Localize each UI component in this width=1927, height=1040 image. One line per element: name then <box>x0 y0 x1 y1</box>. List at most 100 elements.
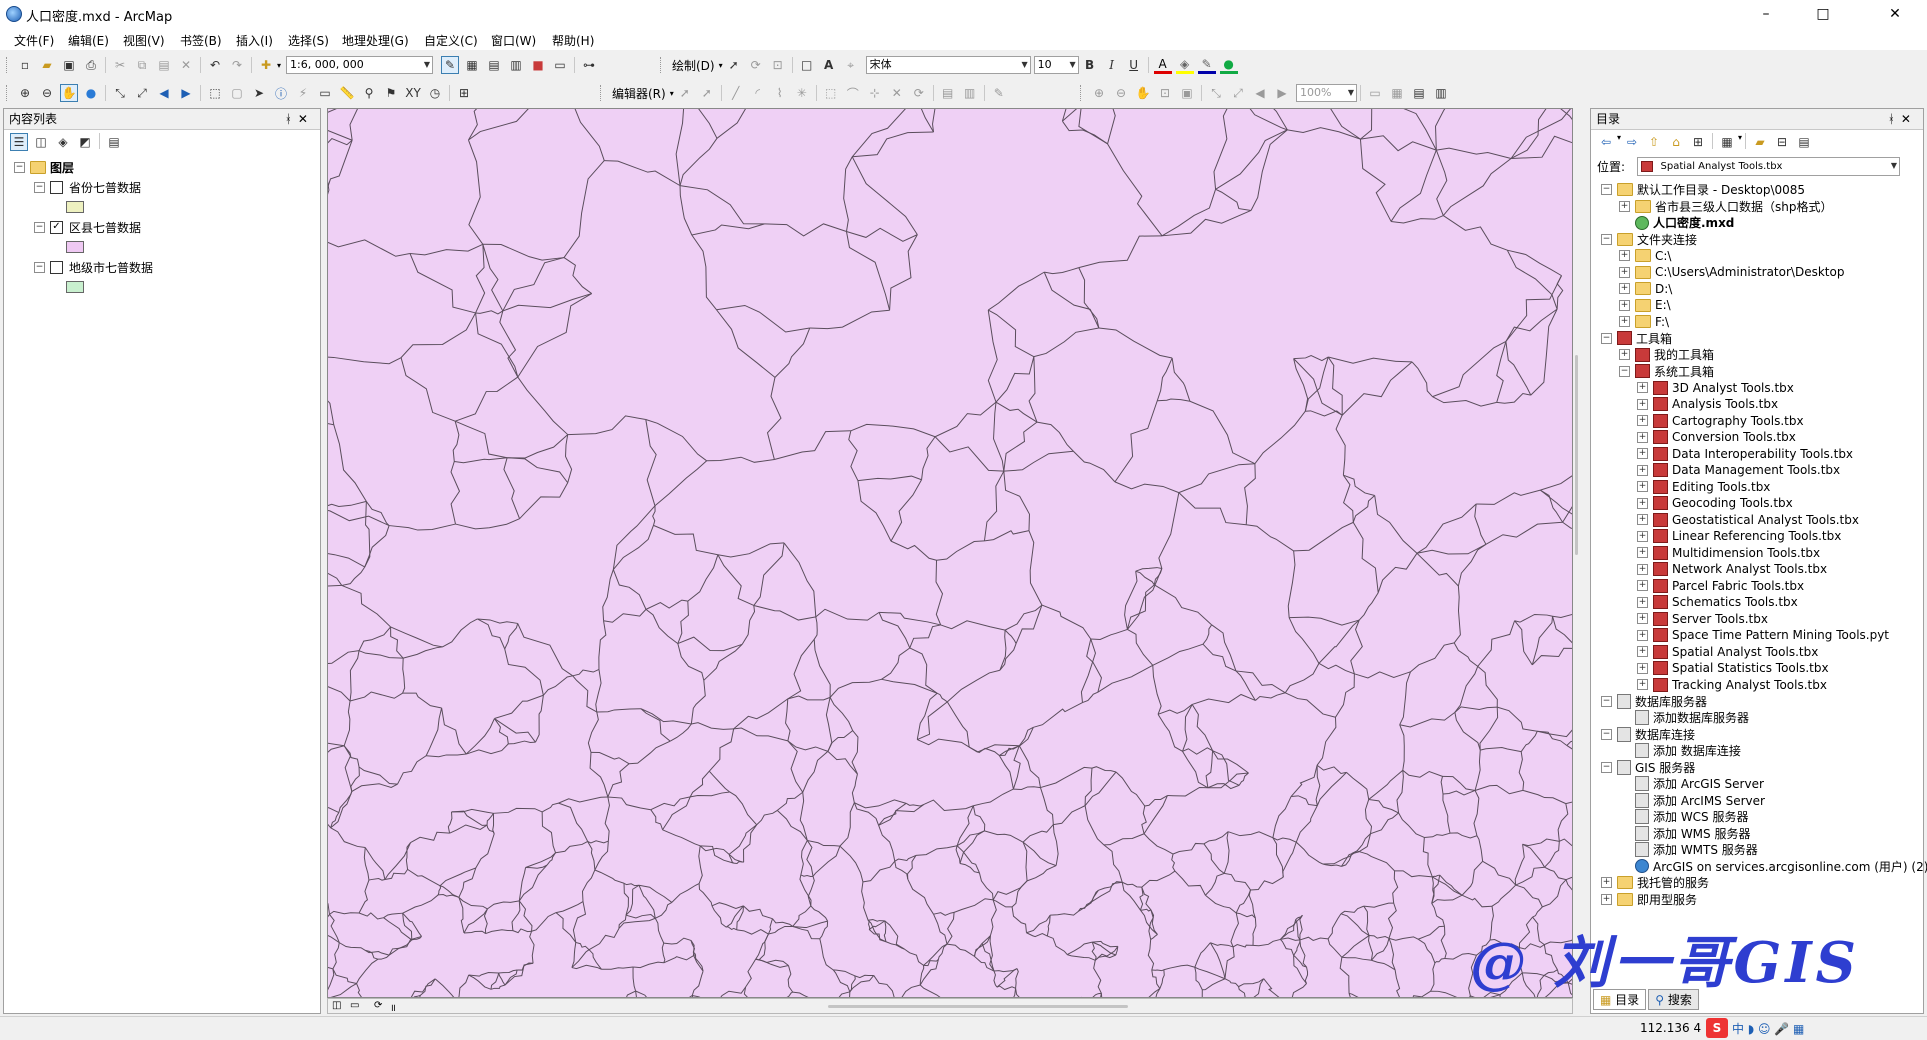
layer-symbol-swatch[interactable] <box>66 240 84 253</box>
expand-icon[interactable]: + <box>1619 266 1630 278</box>
expand-icon[interactable]: + <box>1637 563 1648 575</box>
collapse-icon[interactable]: − <box>1601 233 1612 245</box>
add-data-dropdown-icon[interactable]: ▾ <box>277 61 281 70</box>
cut-polygons-icon[interactable]: ⊹ <box>866 84 884 102</box>
new-document-icon[interactable]: ▫ <box>16 56 34 74</box>
expand-icon[interactable]: + <box>1637 580 1648 591</box>
data-driven-pages-icon[interactable]: ▥ <box>1432 84 1450 102</box>
model-builder-icon[interactable]: ⊶ <box>580 56 598 74</box>
split-icon[interactable]: ✕ <box>888 84 906 102</box>
cut-icon[interactable]: ✂ <box>111 56 129 74</box>
maximize-button[interactable]: □ <box>1800 0 1846 28</box>
layer-visibility-checkbox[interactable] <box>50 181 63 194</box>
catalog-item[interactable]: 添加数据库服务器 <box>1619 709 1749 726</box>
fixed-zoom-out-icon[interactable]: ⤢ <box>133 84 151 102</box>
catalog-window-icon[interactable]: ▤ <box>485 56 503 74</box>
expand-icon[interactable]: + <box>1637 662 1648 674</box>
copy-icon[interactable]: ⧉ <box>133 56 151 74</box>
catalog-item[interactable]: 添加 WMTS 服务器 <box>1619 841 1758 858</box>
list-by-selection-icon[interactable]: ◩ <box>76 133 94 151</box>
list-by-source-icon[interactable]: ◫ <box>32 133 50 151</box>
editor-menu[interactable]: 编辑器(R) <box>612 85 666 102</box>
draw-menu[interactable]: 绘制(D) <box>672 57 715 74</box>
select-elements-arrow-icon[interactable]: ➤ <box>250 84 268 102</box>
font-size-combo[interactable]: 10 ▼ <box>1033 56 1079 74</box>
layout-fixed-zoom-in-icon[interactable]: ⤡ <box>1207 84 1225 102</box>
add-data-icon[interactable]: ✚ <box>257 56 275 74</box>
python-window-icon[interactable]: ▭ <box>551 56 569 74</box>
catalog-item[interactable]: + 我托管的服务 <box>1601 874 1709 891</box>
catalog-item[interactable]: + Conversion Tools.tbx <box>1637 429 1796 446</box>
bold-button[interactable]: B <box>1081 56 1099 74</box>
layout-zoom-out-icon[interactable]: ⊖ <box>1112 84 1130 102</box>
back-arrow-icon[interactable]: ◀ <box>155 84 173 102</box>
pause-drawing-icon[interactable]: ॥ <box>390 1000 396 1014</box>
end-point-arc-icon[interactable]: ◜ <box>749 84 767 102</box>
layer-symbol-row[interactable] <box>66 278 84 295</box>
expand-icon[interactable]: + <box>1637 497 1648 509</box>
expand-icon[interactable]: + <box>1637 613 1648 624</box>
pin-close-icons[interactable]: ᚼ✕ <box>285 109 314 129</box>
redo-icon[interactable]: ↷ <box>228 56 246 74</box>
expand-icon[interactable]: + <box>1637 514 1648 525</box>
catalog-item[interactable]: + Data Management Tools.tbx <box>1637 462 1840 479</box>
rotate-icon[interactable]: ⟳ <box>747 56 765 74</box>
sketch-properties-icon[interactable]: ▥ <box>961 84 979 102</box>
pan-hand-icon[interactable]: ✋ <box>60 84 78 102</box>
menu-bookmarks[interactable]: 书签(B) <box>180 32 222 49</box>
collapse-icon[interactable]: − <box>34 182 45 193</box>
collapse-icon[interactable]: − <box>1601 695 1612 707</box>
zoom-in-icon[interactable]: ⊕ <box>16 84 34 102</box>
expand-icon[interactable]: + <box>1637 629 1648 641</box>
menu-insert[interactable]: 插入(I) <box>236 32 273 49</box>
font-color-icon[interactable]: A <box>1153 56 1172 74</box>
layout-back-icon[interactable]: ◀ <box>1251 84 1269 102</box>
find-route-icon[interactable]: ⚑ <box>382 84 400 102</box>
delete-icon[interactable]: ✕ <box>177 56 195 74</box>
catalog-item[interactable]: ArcGIS on services.arcgisonline.com (用户)… <box>1619 858 1927 875</box>
collapse-icon[interactable]: − <box>1601 184 1612 195</box>
collapse-icon[interactable]: − <box>1619 365 1630 377</box>
catalog-item[interactable]: − 系统工具箱 <box>1619 363 1714 380</box>
minimize-button[interactable]: – <box>1743 0 1789 28</box>
go-to-xy-icon[interactable]: XY <box>404 84 422 102</box>
catalog-options-icon[interactable]: ▤ <box>1795 133 1813 151</box>
collapse-icon[interactable]: − <box>1601 332 1612 344</box>
forward-arrow-icon[interactable]: ▶ <box>177 84 195 102</box>
focus-data-frame-icon[interactable]: ▦ <box>1388 84 1406 102</box>
undo-icon[interactable]: ↶ <box>206 56 224 74</box>
ime-logo-icon[interactable]: S <box>1706 1018 1728 1038</box>
menu-file[interactable]: 文件(F) <box>14 32 54 49</box>
catalog-item[interactable]: + C:\Users\Administrator\Desktop <box>1619 264 1844 281</box>
menu-geoprocessing[interactable]: 地理处理(G) <box>342 32 409 49</box>
catalog-item[interactable]: + Geocoding Tools.tbx <box>1637 495 1793 512</box>
catalog-item[interactable]: + 即用型服务 <box>1601 891 1697 908</box>
attributes-icon[interactable]: ▤ <box>939 84 957 102</box>
zoom-to-selected-elements-icon[interactable]: ⊡ <box>769 56 787 74</box>
rotate-edit-icon[interactable]: ⟳ <box>910 84 928 102</box>
expand-icon[interactable]: + <box>1619 349 1630 360</box>
catalog-item[interactable]: − GIS 服务器 <box>1601 759 1695 776</box>
catalog-item[interactable]: + C:\ <box>1619 247 1671 264</box>
data-view-icon[interactable]: ◫ <box>332 1000 341 1011</box>
ime-mode-icon[interactable]: 中 ◗ ☺ 🎤 ▦ <box>1732 1020 1804 1037</box>
expand-icon[interactable]: + <box>1619 250 1630 261</box>
map-scale-combo[interactable]: 1:6, 000, 000 ▼ <box>286 56 434 74</box>
catalog-item[interactable]: + Schematics Tools.tbx <box>1637 594 1798 611</box>
catalog-item[interactable]: + Data Interoperability Tools.tbx <box>1637 445 1853 462</box>
back-arrow-icon[interactable]: ⇦ <box>1597 133 1615 151</box>
catalog-item[interactable]: + 省市县三级人口数据（shp格式） <box>1619 198 1832 215</box>
catalog-item[interactable]: 添加 WMS 服务器 <box>1619 825 1750 842</box>
layer-row-city[interactable]: − 地级市七普数据 <box>34 259 153 276</box>
straight-segment-icon[interactable]: ╱ <box>727 84 745 102</box>
catalog-item[interactable]: − 数据库连接 <box>1601 726 1695 743</box>
expand-icon[interactable]: + <box>1637 382 1648 393</box>
forward-arrow-icon[interactable]: ⇨ <box>1623 133 1641 151</box>
italic-button[interactable]: I <box>1103 56 1121 74</box>
new-text-icon[interactable]: A <box>820 56 838 74</box>
collapse-icon[interactable]: − <box>34 262 45 273</box>
expand-icon[interactable]: + <box>1619 283 1630 294</box>
catalog-item[interactable]: − 数据库服务器 <box>1601 693 1707 710</box>
layout-view-icon[interactable]: ▭ <box>350 1000 359 1011</box>
expand-icon[interactable]: + <box>1637 530 1648 542</box>
